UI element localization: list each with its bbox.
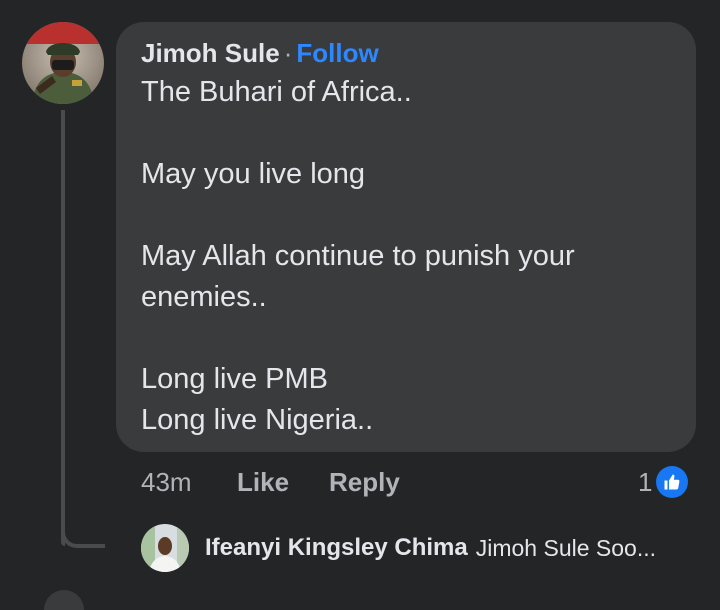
commenter-avatar-image (22, 22, 104, 104)
comment-text: The Buhari of Africa.. May you live long… (141, 76, 575, 436)
thread-connector-elbow (61, 528, 105, 548)
comment-bubble: Jimoh Sule · Follow The Buhari of Africa..… (116, 22, 696, 452)
next-comment-avatar-edge (44, 590, 84, 610)
follow-button[interactable]: Follow (296, 38, 378, 68)
reaction-count: 1 (638, 466, 653, 497)
reply-preview-row[interactable]: Ifeanyi Kingsley Chima Jimoh Sule Soo... (141, 524, 656, 572)
reply-preview-text: Jimoh Sule Soo... (475, 534, 657, 561)
reply-button[interactable]: Reply (329, 462, 400, 502)
reply-avatar-image (141, 524, 189, 572)
reply-author-name[interactable]: Ifeanyi Kingsley Chima (205, 534, 468, 562)
thumbs-up-icon (656, 466, 689, 498)
comment-timestamp[interactable]: 43m (141, 462, 192, 502)
header-separator: · (283, 38, 293, 68)
comment-author-name[interactable]: Jimoh Sule (141, 38, 280, 68)
reaction-summary[interactable]: 1 (638, 462, 689, 502)
like-button[interactable]: Like (237, 462, 289, 502)
thread-connector-line (61, 110, 65, 546)
comment-header: Jimoh Sule · Follow (141, 36, 672, 70)
commenter-avatar[interactable] (22, 22, 104, 104)
reply-author-avatar[interactable] (141, 524, 189, 572)
